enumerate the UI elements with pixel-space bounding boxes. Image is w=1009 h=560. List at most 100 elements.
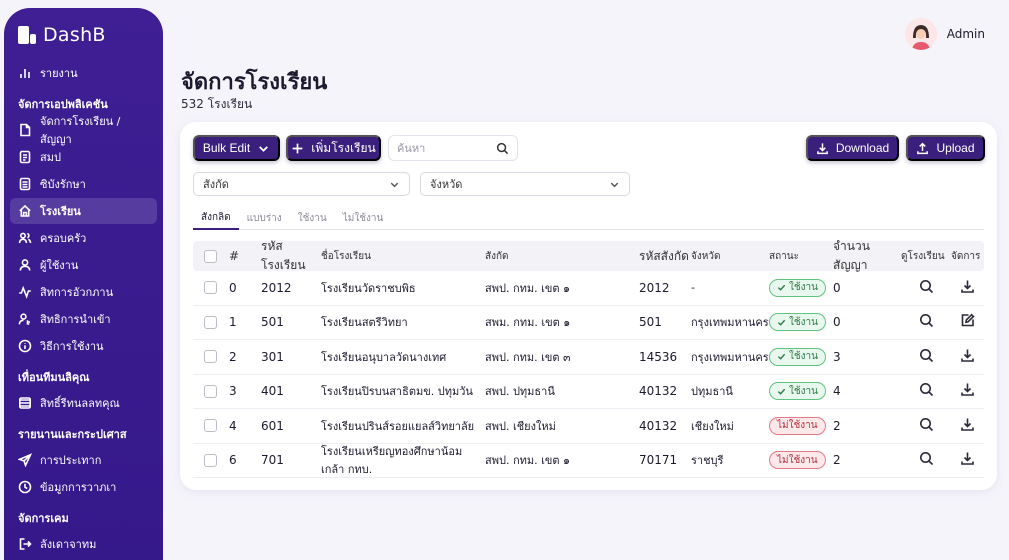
row-checkbox[interactable] [203, 281, 217, 295]
row-checkbox[interactable] [203, 419, 217, 433]
table-row[interactable]: 3 401 โรงเรียนปิรบนสาธิตมข. ปทุมวัน สพป. ปท… [193, 375, 984, 409]
province: ปทุมธานี [691, 385, 733, 399]
row-action-button[interactable] [960, 313, 975, 331]
user-key-icon [18, 312, 32, 326]
sidebar-item[interactable]: สิทการอัวกภาน [10, 279, 157, 305]
tab[interactable]: ไม่ใช้งาน [335, 206, 392, 230]
row-action-button[interactable] [960, 348, 975, 366]
schools-table: # รหัสโรงเรียน ชื่อโรงเรียน สังกัด รหัสสังกั… [193, 239, 984, 478]
row-action-button[interactable] [960, 451, 975, 469]
download-icon [961, 349, 974, 362]
info-icon [18, 339, 32, 353]
affiliation: สพม. กทม. เขต ๑ [485, 316, 571, 330]
logout-icon [18, 537, 32, 551]
bar-chart-icon [18, 66, 32, 80]
send-icon [18, 453, 32, 467]
school-code: 2012 [261, 280, 292, 295]
sidebar-item[interactable]: จัดการโรงเรียน / สัญญา [10, 115, 157, 146]
table-header: # รหัสโรงเรียน ชื่อโรงเรียน สังกัด รหัสสังกั… [193, 239, 984, 272]
table-row[interactable]: 4 601 โรงเรียนปรินส์รอยแยลส์วิทยาลัย สพป. เ… [193, 409, 984, 444]
row-checkbox[interactable] [203, 453, 217, 467]
user-menu[interactable]: Admin [904, 18, 985, 50]
download-icon [961, 452, 974, 466]
column-header[interactable]: จังหวัด [691, 249, 769, 264]
sidebar-item[interactable]: โรงเรียน [10, 198, 157, 224]
table-row[interactable]: 2 301 โรงเรียนอนุบาลวัดนางเทศ สพป. กทม. เขต… [193, 340, 984, 375]
upload-button[interactable]: Upload [906, 135, 985, 161]
row-index: 3 [229, 384, 237, 399]
school-name: โรงเรียนเหรียญทองศึกษาน้อมเกล้า กทบ. [321, 445, 463, 477]
download-icon [961, 280, 974, 293]
user-name: Admin [946, 27, 985, 41]
sidebar-item[interactable]: วิธีการใช้งาน [10, 333, 157, 359]
column-header[interactable]: # [227, 249, 261, 263]
sidebar-item[interactable]: ซิบังรักษา [10, 171, 157, 197]
column-header[interactable]: สถานะ [769, 249, 831, 264]
table-row[interactable]: 6 701 โรงเรียนเหรียญทองศึกษาน้อมเกล้า กทบ.… [193, 444, 984, 478]
activity-icon [18, 285, 32, 299]
view-school-button[interactable] [919, 382, 934, 400]
download-button[interactable]: Download [806, 135, 899, 161]
check-icon [777, 285, 786, 291]
select-all-checkbox[interactable] [203, 249, 217, 263]
affiliation: สพป. กทม. เขต ๑ [485, 454, 570, 468]
row-action-button[interactable] [960, 417, 975, 435]
column-header[interactable]: ชื่อโรงเรียน [321, 249, 485, 264]
column-header[interactable]: จัดการ [951, 249, 984, 264]
sidebar-item-label: ซิบังรักษา [40, 178, 86, 191]
tab[interactable]: แบบร่าง [239, 206, 290, 230]
affiliation-code: 70171 [639, 453, 678, 468]
search-icon[interactable] [496, 142, 509, 155]
view-school-button[interactable] [919, 313, 934, 331]
affiliation: สพป. กทม. เขต ๑ [485, 281, 570, 295]
tab[interactable]: ใช้งาน [290, 206, 335, 230]
table-row[interactable]: 1 501 โรงเรียนสตรีวิทยา สพม. กทม. เขต ๑ 501 ก… [193, 306, 984, 340]
row-checkbox[interactable] [203, 315, 217, 329]
sidebar-item[interactable]: รายงาน [10, 60, 157, 86]
schools-card: Bulk Edit เพิ่มโรงเรียน Download Upload … [180, 122, 997, 490]
layers-icon [18, 396, 32, 410]
affiliation: สพป. ปทุมธานี [485, 385, 555, 399]
sidebar-item[interactable]: ครอบครัว [10, 225, 157, 251]
affiliation: สพป. กทม. เขต ๓ [485, 350, 571, 364]
column-header[interactable]: รหัสสังกัด [639, 247, 691, 266]
view-school-button[interactable] [919, 417, 934, 435]
list-doc-icon [18, 177, 32, 191]
column-header[interactable]: สังกัด [485, 249, 639, 264]
brand[interactable]: DashB [10, 22, 157, 48]
sidebar-item[interactable]: การประเทาก [10, 447, 157, 473]
contract-count: 4 [833, 384, 841, 399]
province-select-value: จังหวัด [430, 178, 463, 191]
status-badge: ไม่ใช้งาน [769, 416, 826, 435]
column-header[interactable]: จำนวนสัญญา [831, 237, 901, 275]
tab[interactable]: สังกลิด [193, 206, 239, 230]
affiliation-select-value: สังกัด [203, 178, 229, 191]
sidebar-item[interactable]: สิทธิการนำเข้า [10, 306, 157, 332]
sidebar-item[interactable]: ลังเดาจาทม [10, 531, 157, 557]
school-code: 701 [261, 453, 284, 468]
row-checkbox[interactable] [203, 384, 217, 398]
view-school-button[interactable] [919, 451, 934, 469]
sidebar-item[interactable]: ข้อมูกการวาภเา [10, 474, 157, 500]
search-icon [919, 383, 933, 397]
sidebar-item-label: รายงาน [40, 67, 78, 80]
province-select[interactable]: จังหวัด [420, 172, 630, 196]
bulk-edit-button[interactable]: Bulk Edit [193, 135, 280, 161]
column-header[interactable]: ดูโรงเรียน [901, 249, 951, 264]
search-box[interactable] [388, 135, 518, 161]
column-header[interactable]: รหัสโรงเรียน [261, 237, 321, 275]
view-school-button[interactable] [919, 279, 934, 297]
row-checkbox[interactable] [203, 350, 217, 364]
sidebar-item[interactable]: สิทธิ์รีทนลลทคุณ [10, 390, 157, 416]
view-school-button[interactable] [919, 348, 934, 366]
table-row[interactable]: 0 2012 โรงเรียนวัดราชบพิธ สพป. กทม. เขต ๑ 20… [193, 271, 984, 306]
row-action-button[interactable] [960, 279, 975, 297]
affiliation-select[interactable]: สังกัด [193, 172, 410, 196]
sidebar-item[interactable]: ผู้ใช้งาน [10, 252, 157, 278]
user-icon [18, 258, 32, 272]
row-action-button[interactable] [960, 382, 975, 400]
add-school-button[interactable]: เพิ่มโรงเรียน [286, 135, 381, 161]
affiliation: สพป. เชียงใหม่ [485, 419, 556, 433]
search-input[interactable] [397, 141, 492, 155]
file-icon [18, 123, 32, 137]
